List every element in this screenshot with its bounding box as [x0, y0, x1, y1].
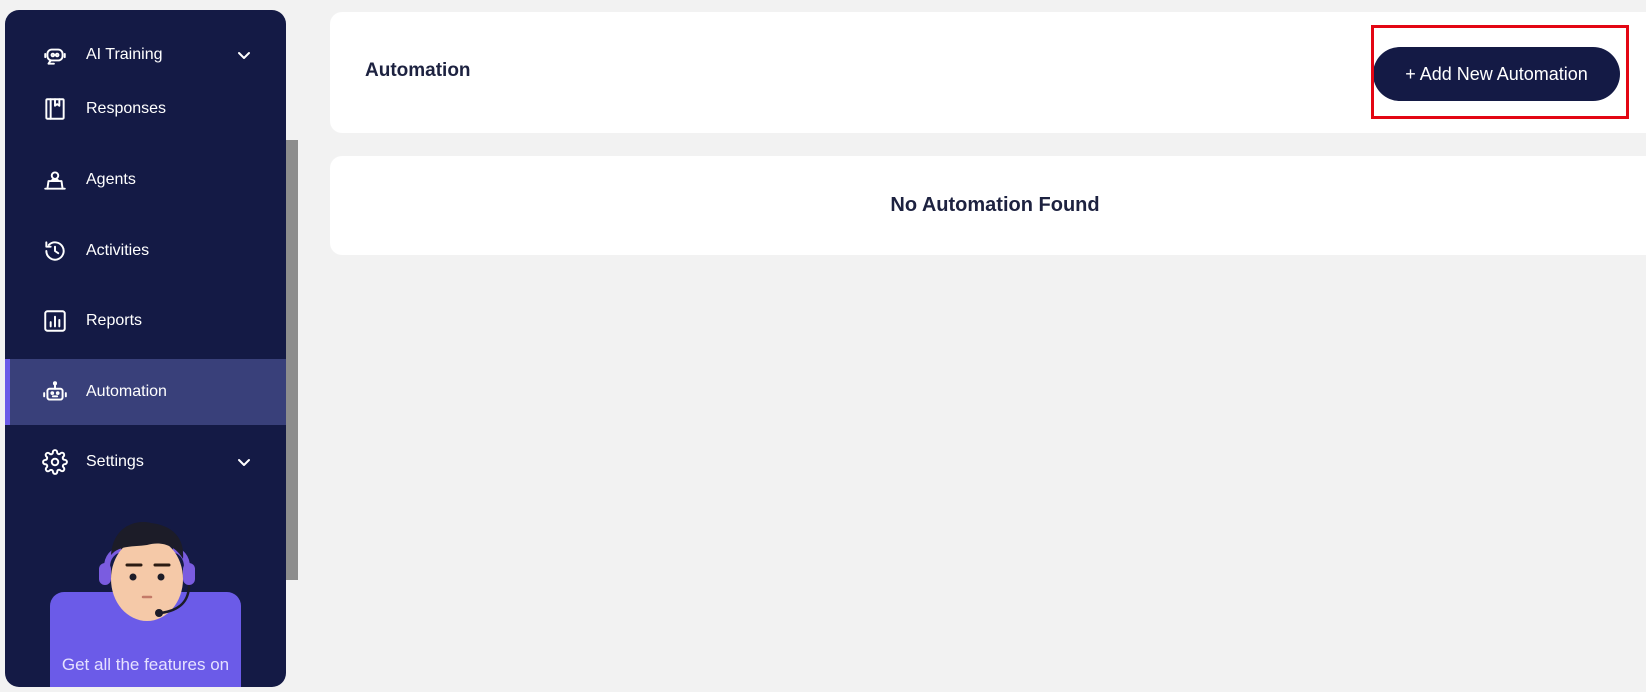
gear-icon	[41, 448, 69, 476]
sidebar-item-responses[interactable]: Responses	[5, 76, 286, 142]
robot-icon	[41, 378, 69, 406]
bar-chart-icon	[41, 307, 69, 335]
add-new-automation-button[interactable]: + Add New Automation	[1373, 47, 1620, 101]
promo-text: Get all the features on	[61, 655, 230, 674]
sidebar-item-label: Activities	[86, 242, 150, 259]
sidebar-item-label: AI Training	[86, 46, 163, 63]
sidebar: AI Training Responses Agents Activities …	[5, 10, 286, 687]
history-icon	[41, 237, 69, 265]
sidebar-item-label: Settings	[86, 453, 144, 470]
chevron-down-icon[interactable]	[236, 454, 252, 470]
sidebar-item-label: Automation	[86, 383, 167, 400]
sidebar-item-settings[interactable]: Settings	[5, 429, 286, 495]
sidebar-item-label: Responses	[86, 100, 167, 117]
automation-list-panel: No Automation Found	[330, 156, 1646, 255]
sidebar-scrollbar-thumb[interactable]	[286, 140, 298, 580]
page-title: Automation	[365, 60, 471, 81]
support-agent-avatar	[99, 522, 195, 621]
empty-state-message: No Automation Found	[890, 194, 1100, 216]
sidebar-item-reports[interactable]: Reports	[5, 288, 286, 354]
chevron-down-icon[interactable]	[236, 47, 252, 63]
header-panel: Automation + Add New Automation	[330, 12, 1646, 133]
sidebar-item-automation[interactable]: Automation	[5, 359, 286, 425]
ai-training-icon	[41, 41, 69, 69]
sidebar-item-label: Reports	[86, 312, 143, 329]
book-icon	[41, 95, 69, 123]
sidebar-item-activities[interactable]: Activities	[5, 218, 286, 284]
sidebar-item-label: Agents	[86, 171, 136, 188]
sidebar-item-agents[interactable]: Agents	[5, 147, 286, 213]
agent-icon	[41, 166, 69, 194]
